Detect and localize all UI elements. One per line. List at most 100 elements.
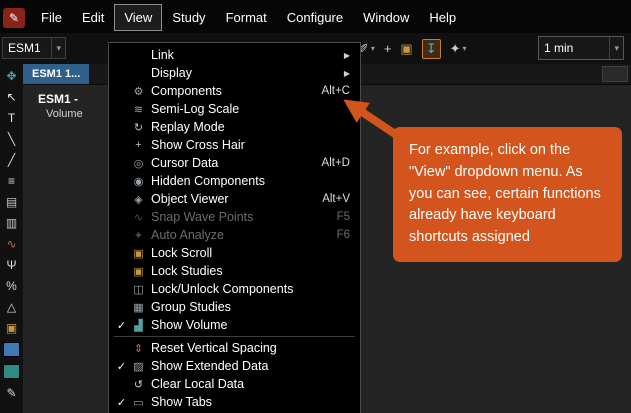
- chart-volume-label: Volume: [46, 108, 83, 120]
- menu-item-link[interactable]: Link ▶: [109, 46, 360, 64]
- menubar-item-configure[interactable]: Configure: [277, 4, 353, 31]
- menu-shortcut: Alt+D: [321, 157, 350, 169]
- menubar-item-help[interactable]: Help: [419, 4, 466, 31]
- clear-data-icon: ↺: [133, 378, 144, 391]
- snap-wave-icon: ∿: [133, 211, 144, 224]
- menu-item-hidden-components[interactable]: ◉ Hidden Components: [109, 172, 360, 190]
- crosshair-icon: +: [135, 139, 142, 151]
- check-icon: ✓: [116, 396, 127, 409]
- object-viewer-icon: ◈: [134, 193, 143, 206]
- menu-shortcut: F5: [336, 211, 350, 223]
- chevron-down-icon: ▾: [462, 44, 467, 53]
- pitchfork-tool-icon[interactable]: Ψ: [1, 255, 22, 275]
- menu-item-show-extended-data[interactable]: ✓ ▨ Show Extended Data: [109, 357, 360, 375]
- symbol-combo[interactable]: ESM1 ▾: [2, 37, 66, 59]
- menu-item-label: Lock Scroll: [151, 246, 213, 260]
- lock-button[interactable]: ▣: [400, 41, 412, 57]
- lock-scroll-icon: ▣: [133, 247, 144, 260]
- interval-combo[interactable]: 1 min ▾: [538, 36, 624, 60]
- menu-item-label: Link: [151, 48, 174, 62]
- annotation-callout: For example, click on the "View" dropdow…: [393, 127, 622, 262]
- menubar: ✎ File Edit View Study Format Configure Window…: [0, 0, 631, 33]
- menu-item-label: Hidden Components: [151, 174, 265, 188]
- chevron-down-icon: ▾: [609, 37, 623, 59]
- menubar-item-file[interactable]: File: [31, 4, 72, 31]
- mini-tab[interactable]: [602, 66, 628, 82]
- submenu-arrow-icon: ▶: [343, 50, 350, 60]
- lines-tool-icon[interactable]: ≡: [1, 171, 22, 191]
- menu-item-cursor-data[interactable]: ◎ Cursor Data Alt+D: [109, 154, 360, 172]
- percent-tool-icon[interactable]: %: [1, 276, 22, 296]
- menu-item-reset-vertical-spacing[interactable]: ⇕ Reset Vertical Spacing: [109, 339, 360, 357]
- menu-item-snap-wave-points[interactable]: ∿ Snap Wave Points F5: [109, 208, 360, 226]
- menu-item-group-studies[interactable]: ▦ Group Studies: [109, 298, 360, 316]
- menu-item-label: Snap Wave Points: [151, 210, 254, 224]
- menubar-item-view[interactable]: View: [114, 4, 163, 31]
- app-logo-icon: ✎: [3, 7, 25, 28]
- symbol-combo-value: ESM1: [8, 41, 41, 55]
- menu-item-lock-scroll[interactable]: ▣ Lock Scroll: [109, 244, 360, 262]
- pan-tool-icon[interactable]: ✥: [1, 66, 22, 86]
- replay-icon: ↻: [133, 121, 144, 134]
- lock-tool-icon[interactable]: ▣: [1, 318, 22, 338]
- text-tool-icon[interactable]: T: [1, 108, 22, 128]
- menu-item-auto-analyze[interactable]: ✦ Auto Analyze F6: [109, 226, 360, 244]
- menu-item-label: Display: [151, 66, 192, 80]
- wave-tool-icon[interactable]: ∿: [1, 234, 22, 254]
- menu-item-label: Cursor Data: [151, 156, 219, 170]
- menu-item-show-cross-hair[interactable]: + Show Cross Hair: [109, 136, 360, 154]
- add-crosshair-button[interactable]: +: [384, 41, 392, 56]
- menu-item-label: Lock Studies: [151, 264, 223, 278]
- extended-data-icon: ▨: [133, 360, 144, 373]
- cursor-tool-icon[interactable]: ↖: [1, 87, 22, 107]
- chart-tab[interactable]: ESM1 1...: [23, 64, 90, 84]
- menubar-item-edit[interactable]: Edit: [72, 4, 114, 31]
- sparkle-icon: ✦: [449, 40, 461, 56]
- auto-tool-button[interactable]: ✦ ▾: [450, 41, 467, 57]
- group-studies-icon: ▦: [133, 301, 144, 314]
- extended-data-toggle[interactable]: ↧: [421, 38, 441, 59]
- menu-item-label: Auto Analyze: [151, 228, 224, 242]
- menu-item-label: Replay Mode: [151, 120, 225, 134]
- plus-icon: +: [383, 41, 392, 56]
- menu-item-components[interactable]: ⚙ Components Alt+C: [109, 82, 360, 100]
- menu-item-label: Show Extended Data: [151, 359, 269, 373]
- color-swatch-blue[interactable]: [3, 342, 20, 357]
- menu-item-show-tabs[interactable]: ✓ ▭ Show Tabs: [109, 393, 360, 411]
- auto-analyze-icon: ✦: [133, 229, 144, 242]
- menu-item-label: Show Cross Hair: [151, 138, 245, 152]
- menu-item-label: Show Tabs: [151, 395, 212, 409]
- menu-item-lock-unlock-components[interactable]: ◫ Lock/Unlock Components: [109, 280, 360, 298]
- show-volume-icon: ▟: [134, 319, 143, 332]
- components-icon: ⚙: [133, 85, 144, 98]
- fib-extension-tool-icon[interactable]: ▥: [1, 213, 22, 233]
- menu-item-clear-local-data[interactable]: ↺ Clear Local Data: [109, 375, 360, 393]
- menubar-item-window[interactable]: Window: [353, 4, 419, 31]
- drawing-toolbar: ✥ ↖ T ╲ ╱ ≡ ▤ ▥ ∿ Ψ% △ ▣ ✎: [0, 64, 23, 413]
- callout-text: For example, click on the "View" dropdow…: [409, 142, 601, 245]
- check-icon: ✓: [116, 319, 127, 332]
- menu-item-replay-mode[interactable]: ↻ Replay Mode: [109, 118, 360, 136]
- color-swatch-teal[interactable]: [3, 364, 20, 379]
- show-tabs-icon: ▭: [133, 396, 144, 409]
- menu-item-semi-log-scale[interactable]: ≋ Semi-Log Scale: [109, 100, 360, 118]
- reset-spacing-icon: ⇕: [133, 342, 144, 355]
- menubar-item-study[interactable]: Study: [162, 4, 215, 31]
- trendline-tool-icon[interactable]: ╲: [1, 129, 22, 149]
- pattern-tool-icon[interactable]: △: [1, 297, 22, 317]
- pencil-tool-icon[interactable]: ✎: [1, 383, 22, 403]
- fib-retracement-tool-icon[interactable]: ▤: [1, 192, 22, 212]
- menu-item-show-volume[interactable]: ✓ ▟ Show Volume: [109, 316, 360, 334]
- menu-item-lock-studies[interactable]: ▣ Lock Studies: [109, 262, 360, 280]
- interval-combo-value: 1 min: [544, 41, 574, 55]
- menu-item-display[interactable]: Display ▶: [109, 64, 360, 82]
- check-icon: ✓: [116, 360, 127, 373]
- submenu-arrow-icon: ▶: [343, 68, 350, 78]
- menubar-item-format[interactable]: Format: [216, 4, 277, 31]
- ray-tool-icon[interactable]: ╱: [1, 150, 22, 170]
- lock-icon: ▣: [400, 40, 413, 56]
- view-dropdown-menu: Link ▶ Display ▶ ⚙ Components Alt+C ≋ Semi-Log S…: [108, 42, 361, 413]
- menu-item-object-viewer[interactable]: ◈ Object Viewer Alt+V: [109, 190, 360, 208]
- menu-item-label: Group Studies: [151, 300, 231, 314]
- menu-item-label: Object Viewer: [151, 192, 229, 206]
